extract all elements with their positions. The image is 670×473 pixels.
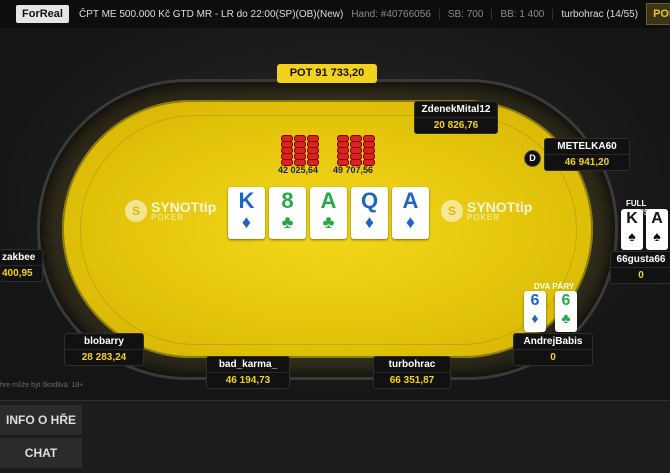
player-card-2: A ♠	[646, 209, 668, 250]
board-card-1: K ♦	[228, 187, 265, 239]
spade-icon: ♠	[628, 228, 636, 244]
synottip-logo-left: S SYNOTtip POKER	[125, 200, 216, 222]
card-rank: A	[402, 188, 419, 213]
spade-icon: ♠	[653, 228, 661, 244]
diamond-icon: ♦	[405, 212, 416, 232]
player-zdenekmital12[interactable]: ZdenekMital12 20 826,76	[414, 101, 498, 134]
bet-chips-1	[281, 135, 319, 166]
player-name: ZdenekMital12	[421, 104, 491, 115]
gambling-disclaimer: hre může být škodlivá. 18+	[0, 382, 84, 389]
player-card-2: 6 ♣	[555, 291, 577, 332]
player-stack: 46 941,20	[545, 154, 629, 170]
card-rank: A	[320, 188, 337, 213]
player-name: 66gusta66	[616, 254, 666, 265]
logo-mark-icon: S	[125, 200, 147, 222]
bet-amount-2: 49 707,56	[333, 165, 374, 175]
player-stack: 0	[611, 267, 670, 283]
diamond-icon: ♦	[364, 212, 375, 232]
board-card-3: A ♣	[310, 187, 347, 239]
player-stack: 28 283,24	[65, 349, 143, 365]
diamond-icon: ♦	[531, 310, 539, 326]
board-card-2: 8 ♣	[269, 187, 306, 239]
bet-chips-2	[337, 135, 375, 166]
player-bad-karma[interactable]: bad_karma_ 46 194,73	[206, 356, 290, 389]
player-name: turbohrac	[388, 359, 436, 370]
player-stack: 20 826,76	[415, 117, 497, 133]
card-rank: K	[626, 210, 638, 227]
player-stack: 46 194,73	[207, 372, 289, 388]
bottom-panel	[0, 400, 670, 473]
player-card-1: K ♠	[621, 209, 643, 250]
player-name: AndrejBabis	[523, 336, 583, 347]
player-name: blobarry	[83, 336, 124, 347]
small-blind: SB: 700	[438, 8, 483, 20]
dealer-button-icon: D	[524, 150, 541, 167]
table-name: ČPT ME 500.000 Kč GTD MR - LR do 22:00(S…	[78, 8, 344, 20]
player-info: turbohrac (14/55)	[552, 8, 638, 20]
logo-text: SYNOTtip	[467, 198, 533, 215]
board-card-4: Q ♦	[351, 187, 388, 239]
player-blobarry[interactable]: blobarry 28 283,24	[64, 333, 144, 366]
player-stack: 400,95	[0, 265, 42, 281]
logo-text: SYNOTtip	[151, 198, 217, 215]
player-card-1: 6 ♦	[524, 291, 546, 332]
bet-amount-1: 42 025,64	[278, 165, 319, 175]
card-rank: 8	[281, 188, 294, 213]
player-name: zakbee	[2, 252, 36, 263]
player-turbohrac[interactable]: turbohrac 66 351,87	[373, 356, 451, 389]
player-zakbee[interactable]: zakbee 400,95	[0, 249, 43, 282]
big-blind: BB: 1 400	[491, 8, 544, 20]
player-metelka60[interactable]: METELKA60 46 941,20	[544, 138, 630, 171]
hand-number: Hand: #40766056	[351, 8, 431, 20]
card-rank: 6	[561, 292, 571, 309]
hand-label-two-pair: DVA PÁRY	[534, 282, 575, 291]
synottip-logo-right: S SYNOTtip POKER	[441, 200, 532, 222]
forreal-badge[interactable]: ForReal	[16, 5, 69, 23]
card-rank: 6	[530, 292, 540, 309]
game-info-button[interactable]: INFO O HŘE	[0, 405, 82, 435]
club-icon: ♣	[281, 212, 294, 232]
logo-mark-icon: S	[441, 200, 463, 222]
pot-label: POT 91 733,20	[277, 64, 377, 83]
player-name: bad_karma_	[218, 359, 278, 370]
club-icon: ♣	[322, 212, 335, 232]
diamond-icon: ♦	[241, 212, 252, 232]
top-bar: ForReal ČPT ME 500.000 Kč GTD MR - LR do…	[0, 0, 670, 29]
card-rank: Q	[360, 188, 379, 213]
board-card-5: A ♦	[392, 187, 429, 239]
player-name: METELKA60	[557, 141, 617, 152]
cashier-button[interactable]: POKLADNA	[646, 3, 670, 25]
player-stack: 0	[514, 349, 592, 365]
club-icon: ♣	[561, 310, 571, 326]
player-stack: 66 351,87	[374, 372, 450, 388]
chat-button[interactable]: CHAT	[0, 438, 82, 468]
player-andrejbabis[interactable]: AndrejBabis 0	[513, 333, 593, 366]
player-66gusta66[interactable]: 66gusta66 0	[610, 251, 670, 284]
card-rank: K	[238, 188, 255, 213]
card-rank: A	[651, 210, 663, 227]
